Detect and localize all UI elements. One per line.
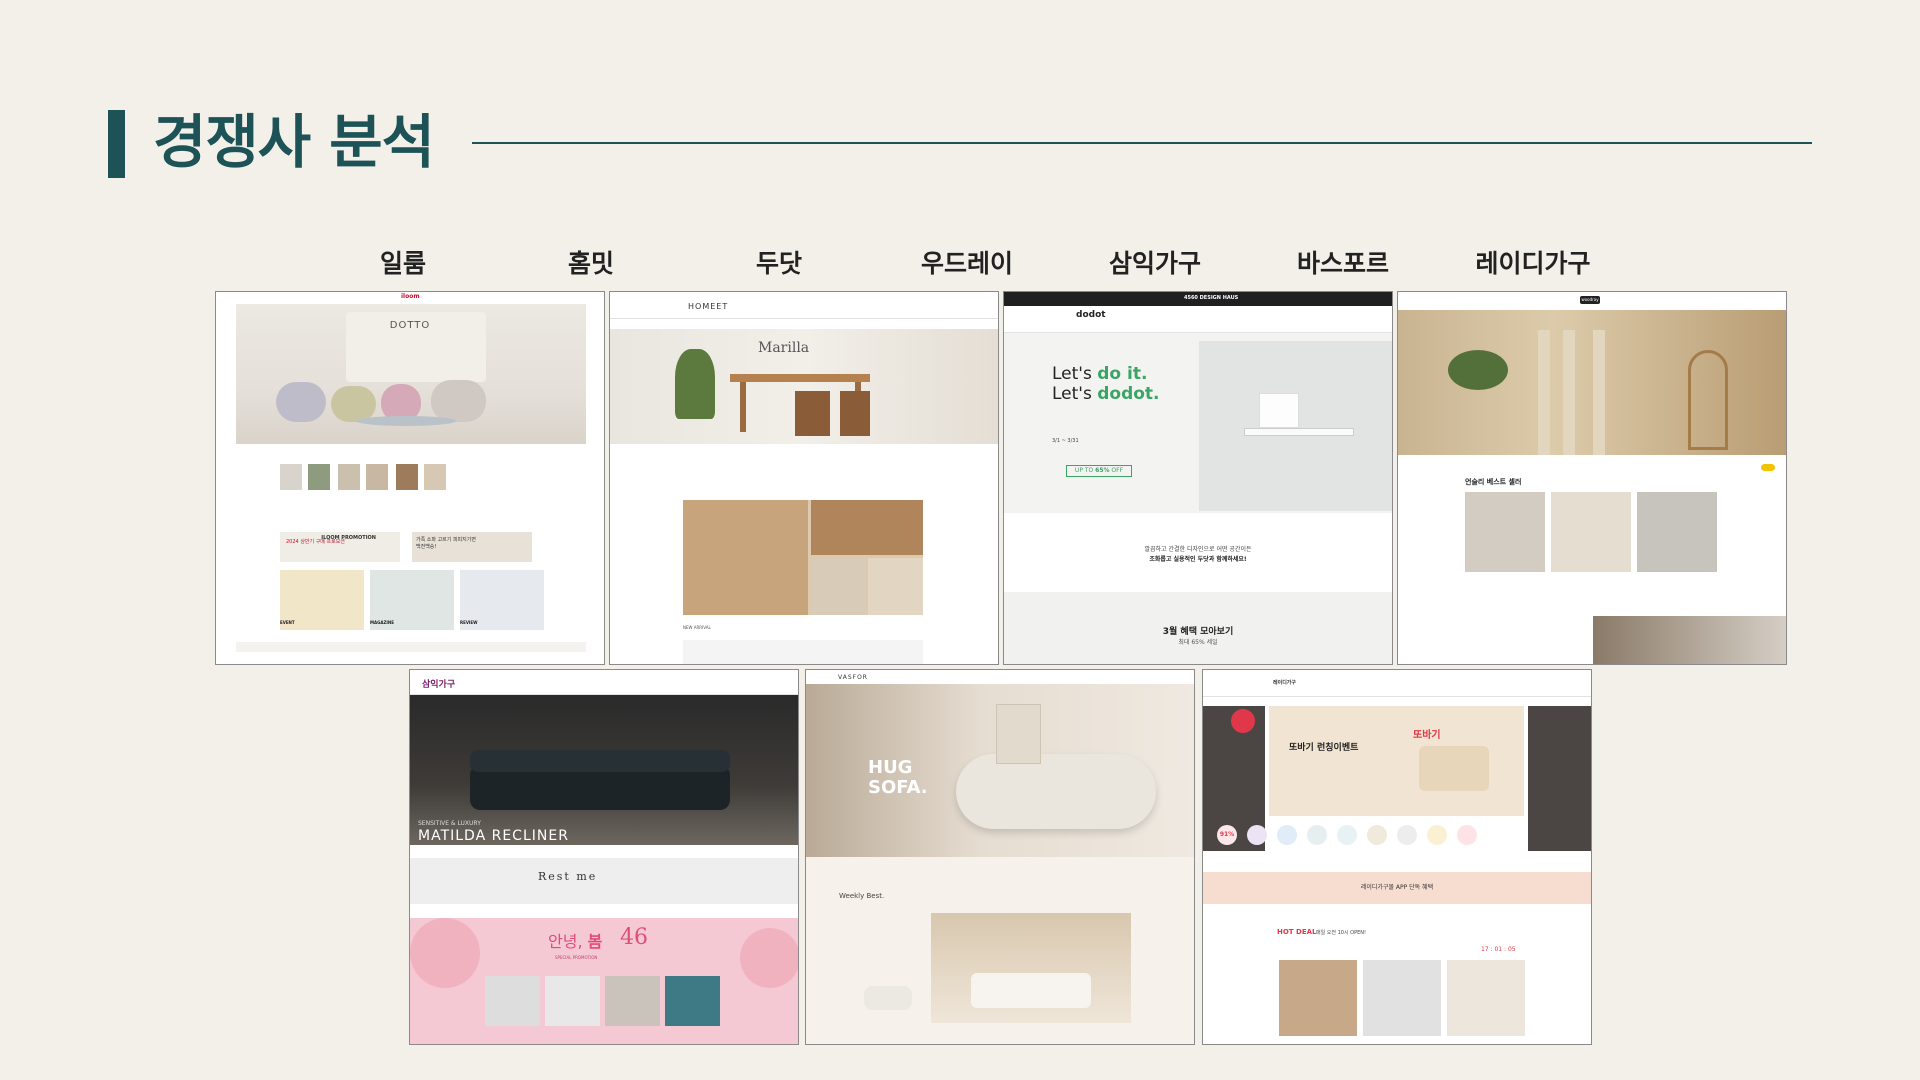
- iloom-event-tag: EVENT: [280, 620, 295, 625]
- title-accent-bar: [108, 110, 125, 178]
- dodot-copy-2: 조화롭고 실용적인 두닷과 함께하세요!: [1149, 556, 1247, 563]
- dodot-headline-2: Let's dodot.: [1052, 384, 1160, 404]
- samick-spring-title: 안녕, 봄: [548, 932, 603, 951]
- samick-hero-title: MATILDA RECLINER: [418, 828, 569, 844]
- lady-app-banner[interactable]: 레이디가구몰 APP 단독 혜택: [1203, 872, 1591, 904]
- homeet-collage: [683, 500, 923, 615]
- dodot-hero: [1004, 333, 1392, 513]
- lady-hotdeal-sub: 매일 오전 10시 OPEN!: [1316, 930, 1366, 936]
- vasfor-logo: VASFOR: [838, 674, 868, 681]
- screenshot-vasfor: VASFOR HUG SOFA. Weekly Best.: [805, 669, 1195, 1045]
- iloom-family-banner[interactable]: 가족 소파 고르기 피피지기면 백전백승!: [412, 532, 532, 562]
- woodray-product-2[interactable]: [1551, 492, 1631, 572]
- iloom-logo: iloom: [401, 293, 420, 300]
- lady-deal-1[interactable]: [1279, 960, 1357, 1036]
- screenshot-samick: 삼익가구 SENSITIVE & LUXURY MATILDA RECLINER…: [409, 669, 799, 1045]
- dodot-copy-1: 깔끔하고 간결한 디자인으로 어떤 공간이든: [1144, 546, 1252, 553]
- screenshot-dodot: 4560 DESIGN HAUS dodot Let's do it. Let'…: [1003, 291, 1393, 665]
- brand-label-samick: 삼익가구: [1108, 249, 1201, 278]
- dodot-discount-button[interactable]: UP TO 65% OFF: [1066, 465, 1132, 477]
- iloom-promotion-label: ILOOM PROMOTION: [321, 535, 376, 541]
- homeet-hero-title: Marilla: [758, 340, 810, 356]
- dodot-headline-1: Let's do it.: [1052, 364, 1148, 384]
- lady-category-icons[interactable]: 91%: [1217, 825, 1577, 851]
- dodot-date: 3/1 ~ 3/31: [1052, 438, 1079, 444]
- brand-label-vasfor: 바스포르: [1296, 249, 1389, 278]
- brand-label-lady: 레이디가구: [1475, 249, 1591, 278]
- samick-logo: 삼익가구: [422, 680, 456, 690]
- vasfor-hero-image: [806, 684, 1194, 857]
- vasfor-hero-title: HUG SOFA.: [868, 757, 928, 798]
- iloom-magazine-tag: MAGAZINE: [370, 620, 394, 625]
- samick-restme-banner[interactable]: [410, 858, 798, 904]
- title-divider: [472, 142, 1812, 144]
- samick-spring-number: 46: [620, 925, 648, 950]
- samick-spring-label: SPECIAL PROMOTION: [555, 955, 598, 960]
- lady-badge-icon: [1231, 709, 1255, 733]
- lady-event-title: 또바기 런칭이벤트: [1289, 743, 1359, 753]
- dodot-benefit-title: 3월 혜택 모아보기: [1162, 627, 1234, 637]
- homeet-logo: HOMEET: [688, 302, 729, 311]
- vasfor-weekly-best: Weekly Best.: [839, 892, 885, 900]
- brand-label-iloom: 일룸: [379, 249, 426, 278]
- screenshot-homeet: HOMEET Marilla NEW ARRIVAL: [609, 291, 999, 665]
- dodot-top-banner[interactable]: 4560 DESIGN HAUS: [1004, 292, 1392, 306]
- woodray-badge: [1761, 464, 1775, 471]
- lady-hotdeal-timer: 17 : 01 : 05: [1481, 946, 1516, 953]
- lady-logo: 레이디가구: [1273, 680, 1297, 686]
- lady-deal-3[interactable]: [1447, 960, 1525, 1036]
- brand-label-woodray: 우드레이: [920, 249, 1013, 278]
- lady-deal-2[interactable]: [1363, 960, 1441, 1036]
- homeet-new-arrival: NEW ARRIVAL: [683, 625, 711, 630]
- brand-label-homeet: 홈밋: [567, 249, 614, 278]
- brand-label-dodot: 두닷: [755, 249, 802, 278]
- lady-event-banner[interactable]: [1269, 706, 1524, 816]
- screenshot-lady: 레이디가구 또바기 런칭이벤트 또바기 91% 레이디가구몰 APP 단독 혜택…: [1202, 669, 1592, 1045]
- woodray-logo: woodray: [1580, 296, 1600, 304]
- iloom-hero-title: DOTTO: [389, 320, 431, 331]
- vasfor-weekly-image[interactable]: [931, 913, 1131, 1023]
- dodot-logo: dodot: [1076, 310, 1106, 320]
- lady-hotdeal-title: HOT DEAL: [1277, 928, 1317, 936]
- screenshot-iloom: iloom DOTTO 2024 상반기 구매 프로모션 ILOOM PROMO…: [215, 291, 605, 665]
- samick-restme-title: Rest me: [538, 870, 598, 883]
- screenshot-woodray: woodray 언슬리 베스트 셀러: [1397, 291, 1787, 665]
- samick-hero-sub: SENSITIVE & LUXURY: [418, 820, 481, 827]
- woodray-section-title: 언슬리 베스트 셀러: [1465, 478, 1522, 486]
- lady-event-art: 또바기: [1413, 730, 1441, 741]
- woodray-hero-image: [1398, 310, 1786, 455]
- dodot-benefit-sub: 최대 65% 세일: [1178, 639, 1218, 646]
- woodray-product-1[interactable]: [1465, 492, 1545, 572]
- page-title: 경쟁사 분석: [153, 108, 435, 176]
- iloom-review-tag: REVIEW: [460, 620, 478, 625]
- samick-spring-banner[interactable]: [410, 918, 798, 1044]
- woodray-product-3[interactable]: [1637, 492, 1717, 572]
